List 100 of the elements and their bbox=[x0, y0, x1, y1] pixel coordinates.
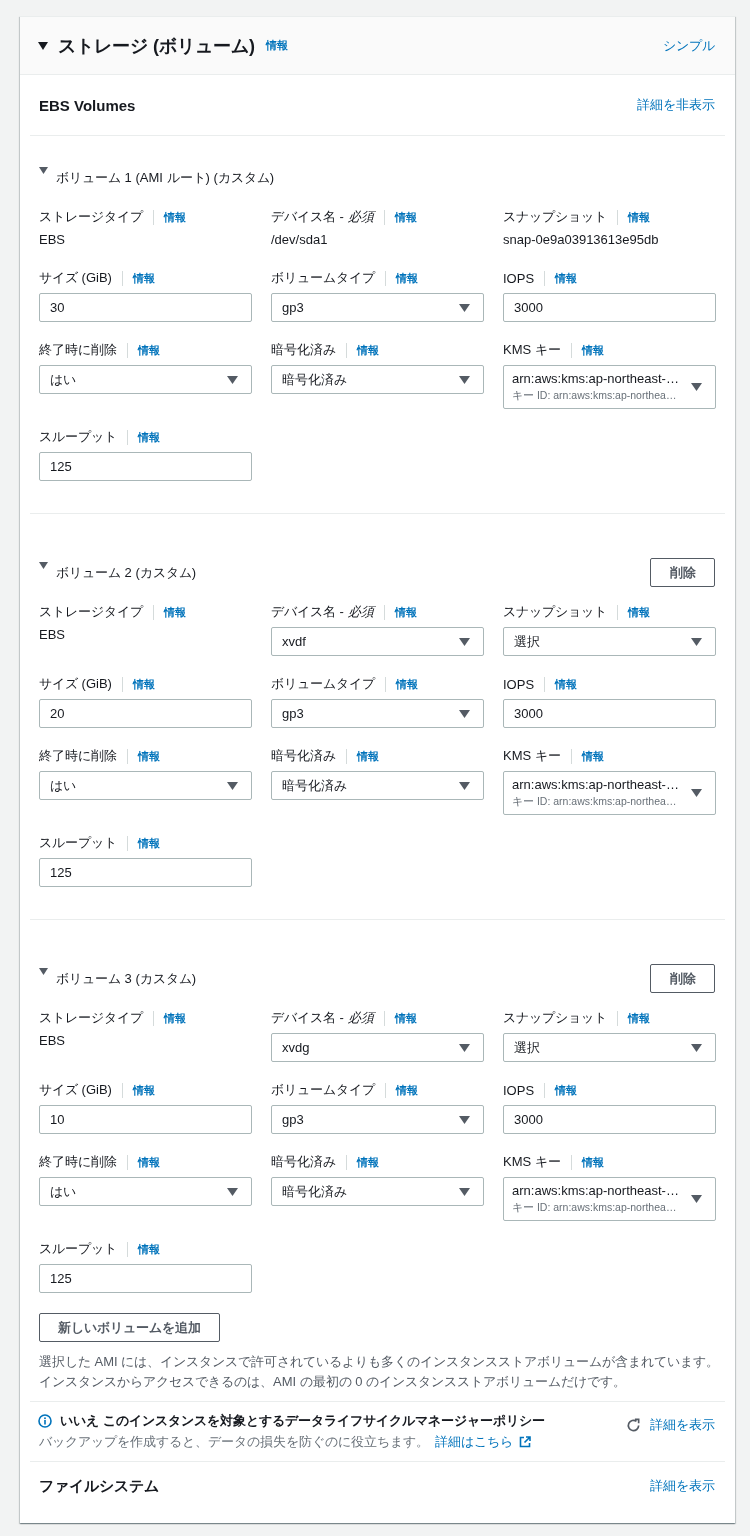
field-label: サイズ (GiB) bbox=[39, 269, 112, 287]
simple-view-link[interactable]: シンプル bbox=[663, 36, 715, 55]
text-field[interactable]: 125 bbox=[39, 452, 252, 481]
field-label: KMS キー bbox=[503, 341, 561, 359]
hide-details-link[interactable]: 詳細を非表示 bbox=[637, 96, 715, 114]
caret-down-icon bbox=[691, 637, 702, 646]
info-link[interactable]: 情報 bbox=[132, 676, 155, 692]
info-link[interactable]: 情報 bbox=[357, 1154, 379, 1170]
info-link[interactable]: 情報 bbox=[138, 1154, 160, 1170]
caret-down-icon[interactable] bbox=[39, 167, 48, 174]
caret-down-icon bbox=[459, 303, 470, 312]
dropdown[interactable]: xvdf bbox=[271, 627, 484, 656]
text-field[interactable]: 10 bbox=[39, 1105, 252, 1134]
info-link[interactable]: 情報 bbox=[138, 429, 160, 445]
info-link[interactable]: 情報 bbox=[628, 209, 650, 225]
remove-button[interactable]: 削除 bbox=[650, 558, 715, 587]
info-icon bbox=[38, 1413, 52, 1428]
info-link[interactable]: 情報 bbox=[555, 1082, 578, 1098]
text-field[interactable]: 3000 bbox=[503, 293, 716, 322]
info-link[interactable]: 情報 bbox=[581, 342, 604, 358]
note-text: 選択した AMI には、インスタンスで許可されているよりも多くのインスタンスストアボリュームが含まれています。 bbox=[39, 1353, 715, 1371]
dropdown[interactable]: 選択 bbox=[503, 627, 716, 656]
caret-down-icon[interactable] bbox=[39, 968, 48, 975]
dropdown[interactable]: gp3 bbox=[271, 1105, 484, 1134]
field-label: 暗号化済み bbox=[271, 747, 336, 765]
info-link[interactable]: 情報 bbox=[132, 270, 155, 286]
field-value: EBS bbox=[39, 626, 66, 644]
show-details-link[interactable]: 詳細を表示 bbox=[650, 1476, 715, 1495]
info-link[interactable]: 情報 bbox=[394, 1010, 417, 1026]
dropdown[interactable]: 暗号化済み bbox=[271, 365, 484, 394]
info-link[interactable]: 情報 bbox=[396, 270, 418, 286]
info-link[interactable]: 情報 bbox=[138, 835, 160, 851]
text-field[interactable]: 30 bbox=[39, 293, 252, 322]
info-link[interactable]: 情報 bbox=[138, 748, 160, 764]
info-link[interactable]: 情報 bbox=[581, 1154, 604, 1170]
field-label: デバイス名 - 必須 bbox=[271, 603, 374, 621]
info-link[interactable]: 情報 bbox=[357, 748, 379, 764]
info-link[interactable]: 情報 bbox=[164, 209, 186, 225]
text-field[interactable]: 3000 bbox=[503, 1105, 716, 1134]
text-field[interactable]: 125 bbox=[39, 1264, 252, 1293]
caret-down-icon bbox=[459, 781, 470, 790]
dropdown[interactable]: arn:aws:kms:ap-northeast-… キー ID: arn:aws:kms:ap-northea… bbox=[503, 1177, 716, 1221]
field-value: EBS bbox=[39, 1032, 66, 1050]
dropdown[interactable]: xvdg bbox=[271, 1033, 484, 1062]
field-label: スナップショット bbox=[503, 603, 607, 621]
caret-down-icon bbox=[691, 383, 702, 391]
field-label: ボリュームタイプ bbox=[271, 269, 375, 287]
caret-down-icon[interactable] bbox=[39, 562, 48, 569]
text-field[interactable]: 125 bbox=[39, 858, 252, 887]
field-label: ボリュームタイプ bbox=[271, 675, 375, 693]
field-label: 終了時に削除 bbox=[39, 1153, 117, 1171]
info-link[interactable]: 情報 bbox=[555, 270, 578, 286]
info-link[interactable]: 情報 bbox=[357, 342, 379, 358]
info-link[interactable]: 情報 bbox=[138, 1241, 160, 1257]
learn-more-link[interactable]: 詳細はこちら bbox=[435, 1432, 531, 1451]
info-link[interactable]: 情報 bbox=[628, 604, 650, 620]
dropdown[interactable]: 選択 bbox=[503, 1033, 716, 1062]
info-link[interactable]: 情報 bbox=[396, 676, 418, 692]
info-link[interactable]: 情報 bbox=[132, 1082, 155, 1098]
text-field[interactable]: 3000 bbox=[503, 699, 716, 728]
field-label: デバイス名 - 必須 bbox=[271, 1009, 374, 1027]
info-link[interactable]: 情報 bbox=[394, 209, 417, 225]
caret-down-icon bbox=[459, 709, 470, 718]
info-link[interactable]: 情報 bbox=[396, 1082, 418, 1098]
field-label: 終了時に削除 bbox=[39, 747, 117, 765]
field-label: IOPS bbox=[503, 1082, 535, 1098]
text-field[interactable]: 20 bbox=[39, 699, 252, 728]
info-link[interactable]: 情報 bbox=[138, 342, 160, 358]
show-details-link[interactable]: 詳細を表示 bbox=[650, 1416, 715, 1434]
caret-down-icon bbox=[459, 637, 470, 646]
info-link[interactable]: 情報 bbox=[628, 1010, 650, 1026]
field-label: IOPS bbox=[503, 676, 535, 692]
caret-down-icon[interactable] bbox=[38, 41, 48, 50]
dropdown[interactable]: gp3 bbox=[271, 293, 484, 322]
note-text: インスタンスからアクセスできるのは、AMI の最初の 0 のインスタンスストアボリュームだけです。 bbox=[39, 1373, 628, 1391]
dropdown[interactable]: 暗号化済み bbox=[271, 771, 484, 800]
info-link[interactable]: 情報 bbox=[164, 1010, 186, 1026]
field-label: スナップショット bbox=[503, 1009, 607, 1027]
field-value: /dev/sda1 bbox=[271, 231, 329, 249]
caret-down-icon bbox=[459, 1115, 470, 1124]
dropdown[interactable]: arn:aws:kms:ap-northeast-… キー ID: arn:aws:kms:ap-northea… bbox=[503, 365, 716, 409]
volume-title: ボリューム 1 (AMI ルート) (カスタム) bbox=[56, 168, 275, 187]
dropdown[interactable]: 暗号化済み bbox=[271, 1177, 484, 1206]
refresh-icon[interactable] bbox=[626, 1417, 641, 1433]
policy-title: いいえ このインスタンスを対象とするデータライフサイクルマネージャーポリシー bbox=[60, 1411, 545, 1430]
info-link[interactable]: 情報 bbox=[581, 748, 604, 764]
dropdown[interactable]: gp3 bbox=[271, 699, 484, 728]
field-label: サイズ (GiB) bbox=[39, 1081, 112, 1099]
policy-description: バックアップを作成すると、データの損失を防ぐのに役立ちます。 bbox=[39, 1432, 429, 1451]
dropdown[interactable]: はい bbox=[39, 771, 252, 800]
dropdown[interactable]: はい bbox=[39, 1177, 252, 1206]
add-volume-button[interactable]: 新しいボリュームを追加 bbox=[39, 1313, 220, 1342]
info-link[interactable]: 情報 bbox=[394, 604, 417, 620]
info-link[interactable]: 情報 bbox=[164, 604, 186, 620]
info-link[interactable]: 情報 bbox=[555, 676, 578, 692]
field-label: ストレージタイプ bbox=[39, 1009, 143, 1027]
dropdown[interactable]: はい bbox=[39, 365, 252, 394]
info-link[interactable]: 情報 bbox=[266, 38, 288, 53]
remove-button[interactable]: 削除 bbox=[650, 964, 715, 993]
dropdown[interactable]: arn:aws:kms:ap-northeast-… キー ID: arn:aws:kms:ap-northea… bbox=[503, 771, 716, 815]
